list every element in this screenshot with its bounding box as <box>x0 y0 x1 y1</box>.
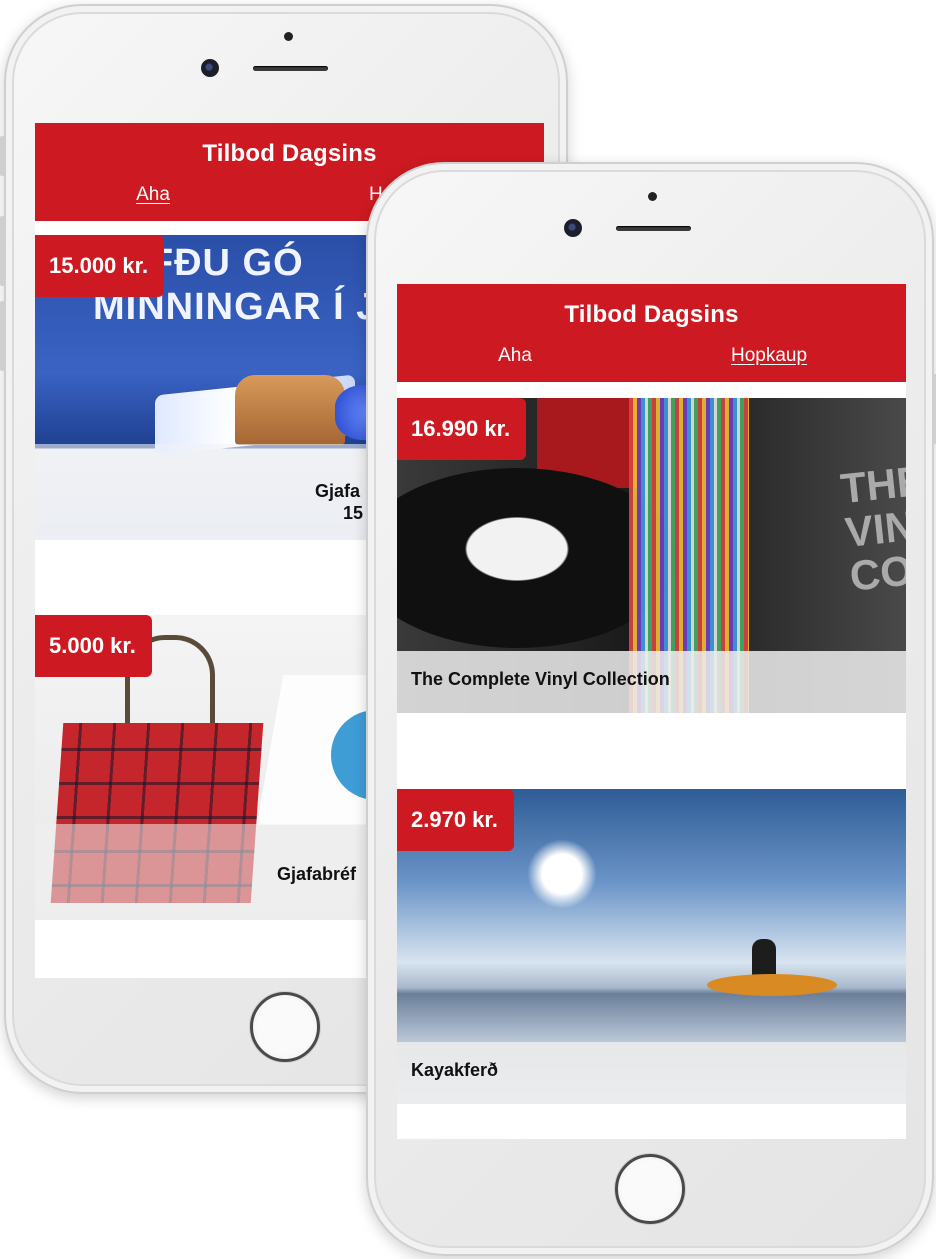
tab-hopkaup[interactable]: Hopkaup <box>689 345 849 367</box>
home-button[interactable] <box>615 1154 685 1224</box>
deal-title: The Complete Vinyl Collection <box>411 669 670 689</box>
tab-aha[interactable]: Aha <box>435 345 595 367</box>
price-badge: 2.970 kr. <box>397 789 514 851</box>
caption-bar: The Complete Vinyl Collection <box>397 651 906 713</box>
deal-card[interactable]: Kayakferð 2.970 kr. <box>397 789 906 1104</box>
earpiece-speaker <box>253 66 328 71</box>
deal-title: Gjafa 15 <box>315 481 364 523</box>
kayak-boat <box>707 974 837 996</box>
front-camera-icon <box>201 59 219 77</box>
price-badge: 16.990 kr. <box>397 398 527 460</box>
deal-title: Kayakferð <box>411 1060 499 1080</box>
price-badge: 15.000 kr. <box>35 235 165 297</box>
front-camera-icon <box>564 219 582 237</box>
earpiece-speaker <box>616 226 691 231</box>
sun-glow <box>527 839 597 909</box>
proximity-sensor <box>648 192 657 201</box>
right-phone-screen: Tilbod Dagsins Aha Hopkaup THE CO VIN CO… <box>397 284 906 1139</box>
volume-down-button <box>0 301 5 371</box>
app-header: Tilbod Dagsins Aha Hopkaup <box>397 284 906 382</box>
deal-card[interactable]: THE CO VIN COLLEC The Complete Vinyl Col… <box>397 398 906 713</box>
caption-bar: Kayakferð <box>397 1042 906 1104</box>
deal-title: Gjafabréf <box>277 864 357 884</box>
volume-up-button <box>0 216 5 286</box>
mute-switch <box>0 136 5 176</box>
home-button[interactable] <box>250 992 320 1062</box>
castle-photo <box>235 375 345 445</box>
proximity-sensor <box>284 32 293 41</box>
right-phone-frame: Tilbod Dagsins Aha Hopkaup THE CO VIN CO… <box>366 162 936 1256</box>
price-badge: 5.000 kr. <box>35 615 152 677</box>
kayaker <box>752 939 776 979</box>
tab-aha[interactable]: Aha <box>73 184 233 206</box>
app-title: Tilbod Dagsins <box>564 301 739 328</box>
